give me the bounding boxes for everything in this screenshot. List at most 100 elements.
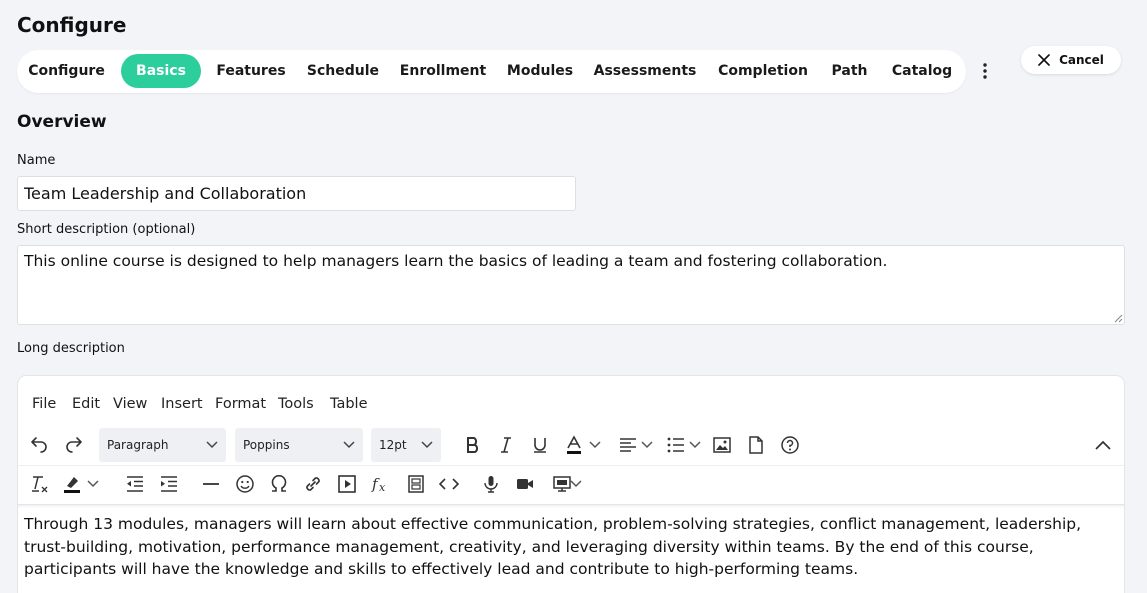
highlight-dropdown[interactable] [84,470,102,498]
presentation-dropdown[interactable] [568,470,584,498]
chevron-down-icon [570,480,582,488]
document-icon [749,436,763,454]
undo-icon [31,437,47,453]
underline-button[interactable] [526,431,554,459]
menu-file[interactable]: File [32,392,56,416]
record-audio-button[interactable] [477,470,505,498]
cancel-button[interactable]: Cancel [1021,46,1121,74]
tab-assessments[interactable]: Assessments [588,54,702,88]
highlight-button[interactable] [58,470,86,498]
chevron-down-icon [343,441,355,449]
more-options-button[interactable] [975,59,995,83]
highlight-icon [64,477,80,493]
image-icon [713,437,731,453]
code-icon [439,478,459,490]
menu-view[interactable]: View [113,392,147,416]
tab-path[interactable]: Path [824,54,875,88]
block-format-value: Paragraph [107,438,169,452]
align-icon [620,438,636,452]
insert-image-button[interactable] [708,431,736,459]
name-input[interactable] [17,176,576,211]
clear-format-button[interactable] [26,470,54,498]
chevron-down-icon [689,441,701,449]
bullet-list-icon [667,437,684,453]
microphone-icon [484,476,498,493]
insert-media-button[interactable] [333,470,361,498]
menu-table[interactable]: Table [330,392,368,416]
collapse-toolbar-button[interactable] [1089,431,1117,459]
italic-icon [501,437,511,453]
horizontal-rule-icon [203,483,219,485]
collapse-icon [1095,440,1111,450]
toolbar-divider [18,465,1124,466]
tab-basics[interactable]: Basics [121,54,201,88]
svg-text:x: x [379,481,386,494]
chevron-down-icon [641,441,653,449]
editor-content-area[interactable]: Through 13 modules, managers will learn … [18,504,1124,593]
redo-button[interactable] [60,431,88,459]
tab-enrollment[interactable]: Enrollment [394,54,492,88]
redo-icon [66,437,82,453]
tab-bar: Configure Basics Features Schedule Enrol… [17,50,966,93]
source-code-button[interactable] [435,470,463,498]
align-dropdown[interactable] [638,431,656,459]
indent-icon [161,476,177,492]
bold-button[interactable] [459,431,487,459]
font-family-select[interactable]: Poppins [235,428,363,462]
bold-icon [467,437,479,453]
short-description-textarea[interactable]: This online course is designed to help m… [17,245,1125,325]
tab-completion[interactable]: Completion [711,54,815,88]
font-size-select[interactable]: 12pt [371,428,441,462]
section-title-overview: Overview [17,112,107,132]
block-format-select[interactable]: Paragraph [99,428,226,462]
outdent-button[interactable] [121,470,149,498]
menu-insert[interactable]: Insert [161,392,203,416]
tab-catalog[interactable]: Catalog [884,54,960,88]
tab-configure[interactable]: Configure [21,54,112,88]
undo-button[interactable] [25,431,53,459]
long-description-label: Long description [17,341,125,356]
resize-grip-icon[interactable] [1113,313,1123,323]
emoji-button[interactable] [231,470,259,498]
record-video-button[interactable] [511,470,539,498]
chevron-down-icon [421,441,433,449]
media-icon [338,475,356,493]
insert-formula-button[interactable]: fx [367,470,395,498]
font-size-value: 12pt [379,438,407,452]
insert-document-button[interactable] [742,431,770,459]
chevron-down-icon [206,441,218,449]
name-label: Name [17,153,56,168]
formula-icon: fx [371,475,386,494]
emoji-icon [236,475,254,493]
cancel-label: Cancel [1059,53,1104,67]
vertical-ellipsis-icon [983,63,987,79]
text-color-button[interactable] [560,431,588,459]
chevron-down-icon [87,480,99,488]
long-description-text[interactable]: Through 13 modules, managers will learn … [24,513,1120,581]
menu-tools[interactable]: Tools [278,392,314,416]
special-character-button[interactable] [265,470,293,498]
page-title: Configure [17,13,127,37]
text-color-dropdown[interactable] [586,431,604,459]
help-button[interactable] [776,431,804,459]
menu-edit[interactable]: Edit [72,392,100,416]
short-description-label: Short description (optional) [17,222,196,237]
link-icon [306,477,320,491]
outdent-icon [127,476,143,492]
insert-template-button[interactable] [402,470,430,498]
template-icon [408,475,424,493]
font-family-value: Poppins [243,438,290,452]
tab-modules[interactable]: Modules [501,54,579,88]
bullet-list-dropdown[interactable] [686,431,704,459]
tab-schedule[interactable]: Schedule [301,54,385,88]
italic-button[interactable] [492,431,520,459]
text-color-icon [567,435,581,454]
horizontal-rule-button[interactable] [197,470,225,498]
clear-format-icon [32,476,48,493]
tab-features[interactable]: Features [210,54,292,88]
menu-format[interactable]: Format [215,392,266,416]
insert-link-button[interactable] [299,470,327,498]
indent-button[interactable] [155,470,183,498]
rich-text-editor: File Edit View Insert Format Tools Table… [17,375,1125,593]
close-icon [1038,54,1050,66]
